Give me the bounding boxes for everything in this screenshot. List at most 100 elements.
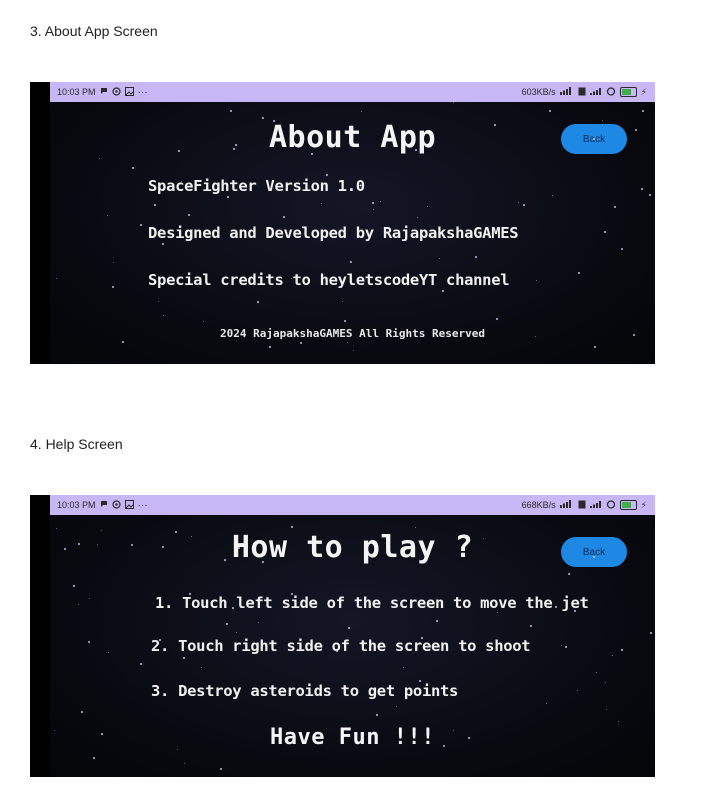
star-dot bbox=[257, 301, 260, 303]
instruction-line: 3. Destroy asteroids to get points bbox=[151, 682, 459, 700]
star-dot bbox=[350, 260, 353, 263]
star-dot bbox=[258, 621, 260, 623]
sim-icon bbox=[578, 500, 586, 511]
star-dot bbox=[348, 627, 351, 630]
wifi-icon bbox=[589, 500, 602, 510]
game-canvas: How to play ? Back 1. Touch left side of… bbox=[50, 515, 655, 777]
star-dot bbox=[300, 341, 303, 344]
message-icon bbox=[100, 87, 108, 97]
star-dot bbox=[226, 622, 229, 625]
star-dot bbox=[176, 749, 178, 751]
star-dot bbox=[453, 729, 455, 731]
star-dot bbox=[408, 332, 410, 334]
info-line: SpaceFighter Version 1.0 bbox=[148, 177, 365, 195]
settings-icon bbox=[111, 86, 121, 98]
back-button[interactable]: Back bbox=[561, 537, 627, 567]
star-dot bbox=[564, 645, 567, 648]
more-icon: ··· bbox=[137, 86, 148, 98]
status-time: 10:03 PM bbox=[57, 500, 96, 510]
star-dot bbox=[529, 625, 532, 628]
star-dot bbox=[107, 215, 109, 217]
star-dot bbox=[203, 320, 205, 322]
star-dot bbox=[431, 277, 434, 280]
copyright-footer: 2024 RajapakshaGAMES All Rights Reserved bbox=[220, 327, 485, 340]
star-dot bbox=[56, 278, 58, 280]
hotspot-icon bbox=[606, 86, 616, 98]
star-dot bbox=[291, 525, 293, 528]
status-bar: 10:03 PM ··· 668KB/s ⚡ bbox=[50, 495, 655, 515]
status-bar: 10:03 PM ··· 603KB/s ⚡ bbox=[50, 82, 655, 102]
info-line: Designed and Developed by RajapakshaGAME… bbox=[148, 224, 519, 242]
star-dot bbox=[642, 110, 645, 113]
star-dot bbox=[93, 757, 96, 760]
gallery-icon bbox=[124, 86, 134, 98]
star-dot bbox=[577, 689, 578, 691]
star-dot bbox=[649, 632, 652, 635]
star-dot bbox=[131, 166, 134, 169]
star-dot bbox=[112, 261, 114, 263]
network-speed: 668KB/s bbox=[521, 500, 556, 510]
star-dot bbox=[183, 762, 185, 764]
star-dot bbox=[283, 215, 285, 218]
star-dot bbox=[219, 768, 222, 771]
instruction-line: 1. Touch left side of the screen to move… bbox=[155, 594, 589, 612]
star-dot bbox=[545, 702, 547, 704]
star-dot bbox=[418, 680, 421, 682]
gallery-icon bbox=[124, 499, 134, 511]
star-dot bbox=[99, 158, 101, 160]
network-speed: 603KB/s bbox=[521, 87, 556, 97]
star-dot bbox=[548, 110, 551, 113]
star-dot bbox=[554, 606, 557, 608]
star-dot bbox=[226, 195, 229, 198]
star-dot bbox=[122, 340, 125, 343]
star-dot bbox=[224, 558, 226, 561]
star-dot bbox=[180, 180, 182, 182]
star-dot bbox=[161, 243, 164, 245]
star-dot bbox=[539, 605, 541, 607]
star-dot bbox=[380, 201, 382, 203]
star-dot bbox=[375, 713, 378, 716]
star-dot bbox=[326, 173, 328, 176]
star-dot bbox=[73, 585, 76, 588]
star-dot bbox=[272, 119, 275, 122]
screen-edge bbox=[30, 82, 50, 364]
about-app-screenshot: 10:03 PM ··· 603KB/s ⚡ About App SpaceFi… bbox=[30, 82, 655, 364]
star-dot bbox=[361, 110, 363, 112]
star-dot bbox=[578, 272, 581, 275]
star-dot bbox=[262, 117, 264, 120]
charging-icon: ⚡ bbox=[640, 499, 647, 510]
signal-icon bbox=[559, 87, 574, 97]
star-dot bbox=[140, 663, 143, 666]
star-dot bbox=[573, 609, 576, 612]
star-dot bbox=[426, 206, 428, 208]
star-dot bbox=[441, 290, 444, 292]
star-dot bbox=[230, 109, 232, 112]
star-dot bbox=[183, 656, 185, 659]
star-dot bbox=[200, 666, 202, 668]
star-dot bbox=[641, 188, 644, 191]
hotspot-icon bbox=[606, 499, 616, 511]
info-line: Special credits to heyletscodeYT channel bbox=[148, 271, 510, 289]
star-dot bbox=[648, 194, 651, 197]
status-time: 10:03 PM bbox=[57, 87, 96, 97]
star-dot bbox=[254, 280, 256, 282]
have-fun-text: Have Fun !!! bbox=[270, 725, 435, 750]
star-dot bbox=[453, 102, 455, 104]
star-dot bbox=[159, 228, 162, 231]
instruction-line: 2. Touch right side of the screen to sho… bbox=[151, 637, 531, 655]
star-dot bbox=[595, 671, 597, 673]
star-dot bbox=[163, 314, 165, 316]
star-dot bbox=[567, 573, 570, 576]
star-dot bbox=[605, 708, 607, 710]
wifi-icon bbox=[589, 87, 602, 97]
star-dot bbox=[414, 148, 417, 151]
star-dot bbox=[343, 320, 346, 323]
help-screenshot: 10:03 PM ··· 668KB/s ⚡ How to play ? Bac… bbox=[30, 495, 655, 777]
star-dot bbox=[495, 317, 498, 320]
star-dot bbox=[268, 346, 271, 349]
star-dot bbox=[310, 600, 312, 601]
star-dot bbox=[81, 710, 84, 713]
star-dot bbox=[435, 619, 438, 622]
star-dot bbox=[603, 230, 606, 233]
star-dot bbox=[634, 128, 637, 131]
